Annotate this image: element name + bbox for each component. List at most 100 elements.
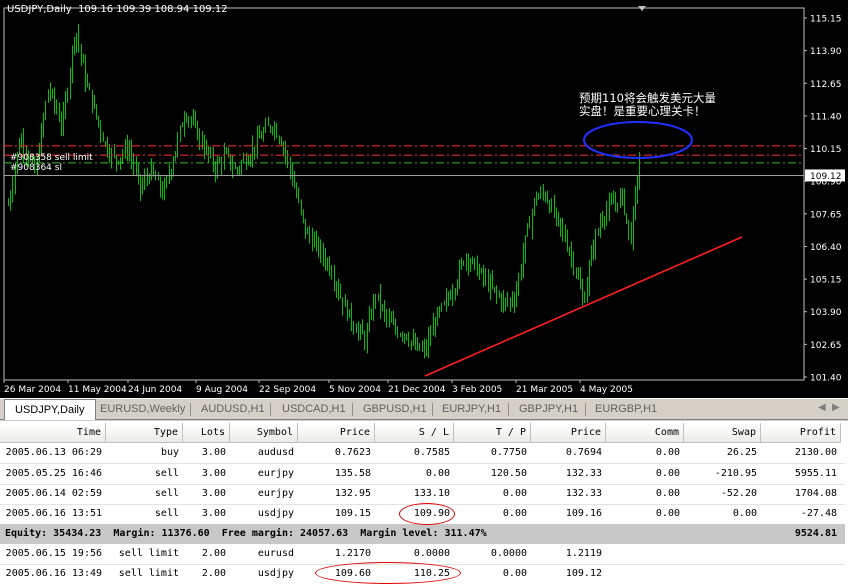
price-axis-label: 103.90 (810, 308, 842, 318)
tab-gbpusd-h1[interactable]: GBPUSD,H1 (359, 401, 431, 419)
tab-eurusd-weekly[interactable]: EURUSD,Weekly (96, 401, 189, 419)
tab-usdcad-h1[interactable]: USDCAD,H1 (278, 401, 350, 419)
resistance-highlight-ellipse (583, 121, 693, 159)
date-axis-label: 22 Sep 2004 (259, 385, 316, 395)
cell-price: 109.60 (334, 568, 371, 579)
cell-symbol: audusd (257, 447, 294, 458)
account-summary-text: Equity: 35434.23 Margin: 11376.60 Free m… (5, 528, 487, 539)
tab-eurgbp-h1[interactable]: EURGBP,H1 (591, 401, 661, 419)
chart-frame (3, 7, 805, 381)
date-axis-label: 5 Nov 2004 (329, 385, 381, 395)
chart-canvas[interactable]: 115.15113.90112.65111.40110.15108.90107.… (0, 0, 848, 398)
cell-time: 2005.06.16 13:49 (5, 568, 102, 579)
cell-type: buy (160, 447, 179, 458)
table-row[interactable]: 2005.06.13 06:29 buy 3.00 audusd 0.7623 … (0, 443, 845, 463)
date-axis-label: 3 Feb 2005 (452, 385, 502, 395)
price-axis-label: 107.65 (810, 210, 842, 220)
date-axis-label: 21 Dec 2004 (388, 385, 446, 395)
tab-usdjpy-daily[interactable]: USDJPY,Daily (4, 399, 96, 420)
tab-gbpjpy-h1[interactable]: GBPJPY,H1 (515, 401, 582, 419)
cell-time: 2005.06.16 13:51 (5, 508, 102, 519)
col-price-header[interactable]: Price (298, 423, 375, 443)
chart-title: USDJPY,Daily 109.16 109.39 108.94 109.12 (7, 4, 228, 15)
cell-swap: 0.00 (732, 508, 757, 519)
order-line-label-sl[interactable]: #908364 sl (10, 163, 62, 173)
cell-sl: 0.00 (425, 468, 450, 479)
order-line-label-sell-limit[interactable]: #908358 sell limit (10, 153, 93, 163)
col-type-header[interactable]: Type (106, 423, 183, 443)
cell-symbol: eurjpy (257, 468, 294, 479)
cell-profit: 5955.11 (794, 468, 837, 479)
col-lots-header[interactable]: Lots (183, 423, 230, 443)
cell-symbol: usdjpy (257, 508, 294, 519)
cell-current-price: 109.12 (565, 568, 602, 579)
cell-current-price: 109.16 (565, 508, 602, 519)
cell-sl: 133.10 (413, 488, 450, 499)
col-comm-header[interactable]: Comm (606, 423, 684, 443)
cell-lots: 2.00 (201, 548, 226, 559)
terminal-trade-panel: Time Type Lots Symbol Price S / L T / P … (0, 421, 848, 586)
tab-audusd-h1[interactable]: AUDUSD,H1 (197, 401, 269, 419)
cell-lots: 3.00 (201, 488, 226, 499)
date-axis-label: 9 Aug 2004 (196, 385, 248, 395)
tab-eurjpy-h1[interactable]: EURJPY,H1 (438, 401, 505, 419)
cell-time: 2005.06.13 06:29 (5, 447, 102, 458)
scroll-right-arrow-icon[interactable]: ▶ (832, 402, 840, 413)
pending-order-row[interactable]: 2005.06.16 13:49 sell limit 2.00 usdjpy … (0, 564, 845, 584)
cell-lots: 3.00 (201, 447, 226, 458)
cell-comm: 0.00 (655, 447, 680, 458)
col-sl-header[interactable]: S / L (375, 423, 454, 443)
cell-price: 109.15 (334, 508, 371, 519)
col-swap-header[interactable]: Swap (684, 423, 761, 443)
annotation-line-2: 实盘！是重要心理关卡！ (579, 104, 706, 118)
cell-time: 2005.05.25 16:46 (5, 468, 102, 479)
table-row[interactable]: 2005.05.25 16:46 sell 3.00 eurjpy 135.58… (0, 464, 845, 484)
col-symbol-header[interactable]: Symbol (230, 423, 298, 443)
table-row[interactable]: 2005.06.14 02:59 sell 3.00 eurjpy 132.95… (0, 484, 845, 504)
cell-swap: 26.25 (726, 447, 757, 458)
cell-profit: 1704.08 (794, 488, 837, 499)
cell-lots: 3.00 (201, 468, 226, 479)
chart-tabs-bar: USDJPY,Daily EURUSD,Weekly AUDUSD,H1 USD… (0, 398, 848, 420)
col-time-header[interactable]: Time (0, 423, 106, 443)
cell-time: 2005.06.14 02:59 (5, 488, 102, 499)
tab-separator (190, 403, 191, 416)
cell-symbol: eurjpy (257, 488, 294, 499)
cell-profit: 2130.00 (794, 447, 837, 458)
account-summary-row: Equity: 35434.23 Margin: 11376.60 Free m… (0, 524, 845, 544)
cell-price: 0.7623 (334, 447, 371, 458)
cell-type: sell (154, 508, 179, 519)
cell-profit: -27.48 (800, 508, 837, 519)
tab-separator (432, 403, 433, 416)
cell-sl: 110.25 (413, 568, 450, 579)
price-axis-label: 111.40 (810, 112, 842, 122)
cell-comm: 0.00 (655, 508, 680, 519)
cell-type: sell limit (118, 548, 179, 559)
table-row[interactable]: 2005.06.16 13:51 sell 3.00 usdjpy 109.15… (0, 504, 845, 524)
cell-comm: 0.00 (655, 468, 680, 479)
date-axis-label: 11 May 2004 (68, 385, 127, 395)
cell-price: 132.95 (334, 488, 371, 499)
cell-tp: 0.0000 (490, 548, 527, 559)
date-axis-label: 21 Mar 2005 (516, 385, 573, 395)
cell-time: 2005.06.15 19:56 (5, 548, 102, 559)
col-current-price-header[interactable]: Price (531, 423, 606, 443)
cell-tp: 0.00 (502, 488, 527, 499)
price-axis-label: 106.40 (810, 243, 842, 253)
col-tp-header[interactable]: T / P (454, 423, 531, 443)
scroll-left-arrow-icon[interactable]: ◀ (818, 402, 826, 413)
cell-current-price: 132.33 (565, 468, 602, 479)
cell-sl: 0.7585 (413, 447, 450, 458)
pending-order-row[interactable]: 2005.06.15 19:56 sell limit 2.00 eurusd … (0, 544, 845, 564)
cell-current-price: 0.7694 (565, 447, 602, 458)
price-axis-label: 112.65 (810, 80, 842, 90)
price-chart[interactable]: 115.15 113.90 112.65 111.40 110.15 108.90 107.… (0, 0, 848, 398)
cell-type: sell (154, 468, 179, 479)
tab-separator (585, 403, 586, 416)
tab-separator (270, 403, 271, 416)
cell-type: sell (154, 488, 179, 499)
date-axis-label: 26 Mar 2004 (4, 385, 61, 395)
price-axis-label: 115.15 (810, 15, 842, 25)
cell-sl: 109.90 (413, 508, 450, 519)
col-profit-header[interactable]: Profit (761, 423, 841, 443)
